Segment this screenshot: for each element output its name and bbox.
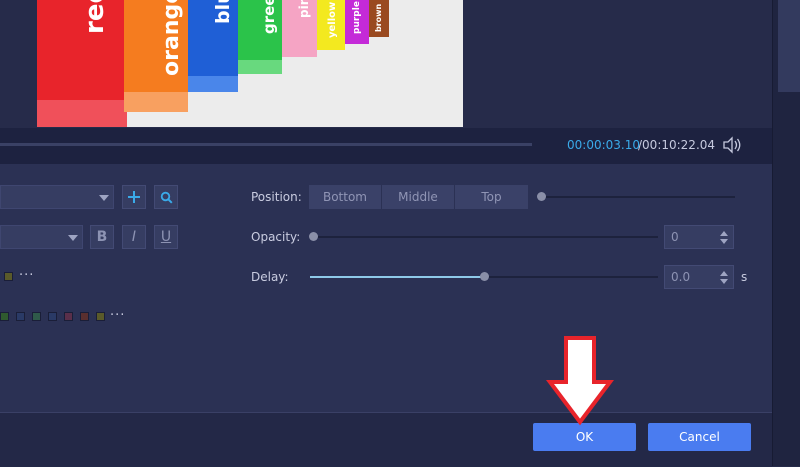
opacity-label: Opacity: bbox=[251, 230, 301, 244]
delay-input[interactable]: 0.0 bbox=[664, 265, 734, 289]
tube-label-pink: pink bbox=[297, 0, 311, 18]
right-scrollbar-thumb[interactable] bbox=[778, 0, 800, 92]
opacity-input[interactable]: 0 bbox=[664, 225, 734, 249]
cancel-button[interactable]: Cancel bbox=[648, 423, 751, 451]
position-slider-track[interactable] bbox=[541, 196, 735, 198]
plus-icon bbox=[128, 191, 140, 203]
annotation-arrow-down-icon bbox=[546, 336, 614, 426]
video-preview-area: red orange blue green pink yellow purple… bbox=[0, 0, 772, 128]
color-swatch[interactable] bbox=[32, 312, 41, 321]
position-top-button[interactable]: Top bbox=[455, 185, 528, 209]
position-slider-handle[interactable] bbox=[537, 192, 546, 201]
total-time: /00:10:22.04 bbox=[638, 138, 716, 152]
delay-label: Delay: bbox=[251, 270, 289, 284]
color-swatch[interactable] bbox=[0, 312, 9, 321]
color-swatch[interactable] bbox=[64, 312, 73, 321]
position-middle-button[interactable]: Middle bbox=[382, 185, 455, 209]
color-swatch[interactable] bbox=[16, 312, 25, 321]
decrement-icon[interactable] bbox=[720, 239, 728, 244]
tube-label-orange: orange bbox=[159, 0, 184, 76]
opacity-value: 0 bbox=[671, 230, 679, 244]
italic-button[interactable]: I bbox=[122, 225, 146, 249]
delay-unit: s bbox=[741, 270, 748, 284]
opacity-slider-handle[interactable] bbox=[309, 232, 318, 241]
color-swatch[interactable] bbox=[96, 312, 105, 321]
delay-value: 0.0 bbox=[671, 270, 691, 284]
playback-progress-bar[interactable] bbox=[0, 143, 532, 146]
position-bottom-button[interactable]: Bottom bbox=[309, 185, 382, 209]
delay-slider-handle[interactable] bbox=[480, 272, 489, 281]
ok-button[interactable]: OK bbox=[533, 423, 636, 451]
chevron-down-icon bbox=[99, 195, 109, 201]
font-dropdown[interactable] bbox=[0, 185, 114, 209]
add-font-button[interactable] bbox=[122, 185, 146, 209]
color-swatch[interactable] bbox=[4, 272, 13, 281]
tube-label-yellow: yellow bbox=[327, 2, 338, 38]
tube-label-brown: brown bbox=[374, 3, 383, 32]
chevron-down-icon bbox=[68, 235, 78, 241]
increment-icon[interactable] bbox=[720, 231, 728, 236]
bold-button[interactable]: B bbox=[90, 225, 114, 249]
color-swatch[interactable] bbox=[80, 312, 89, 321]
underline-button[interactable]: U bbox=[154, 225, 178, 249]
tube-label-blue: blue bbox=[212, 0, 234, 24]
more-outline-colors-button[interactable]: ··· bbox=[110, 308, 125, 323]
decrement-icon[interactable] bbox=[720, 279, 728, 284]
volume-icon[interactable] bbox=[722, 136, 742, 154]
preview-image: red orange blue green pink yellow purple… bbox=[37, 0, 463, 127]
colored-tubes-image: red orange blue green pink yellow purple… bbox=[37, 0, 463, 127]
search-font-button[interactable] bbox=[154, 185, 178, 209]
delay-slider-fill bbox=[310, 276, 484, 278]
position-label: Position: bbox=[251, 190, 302, 204]
opacity-slider-track[interactable] bbox=[313, 236, 658, 238]
tube-label-red: red bbox=[80, 0, 110, 34]
search-icon bbox=[160, 191, 173, 204]
font-size-dropdown[interactable] bbox=[0, 225, 83, 249]
color-swatch[interactable] bbox=[48, 312, 57, 321]
current-time: 00:00:03.10 bbox=[567, 138, 640, 152]
tube-label-green: green bbox=[260, 0, 278, 34]
tube-label-purple: purple bbox=[352, 1, 362, 34]
more-colors-button[interactable]: ··· bbox=[19, 268, 34, 283]
increment-icon[interactable] bbox=[720, 271, 728, 276]
